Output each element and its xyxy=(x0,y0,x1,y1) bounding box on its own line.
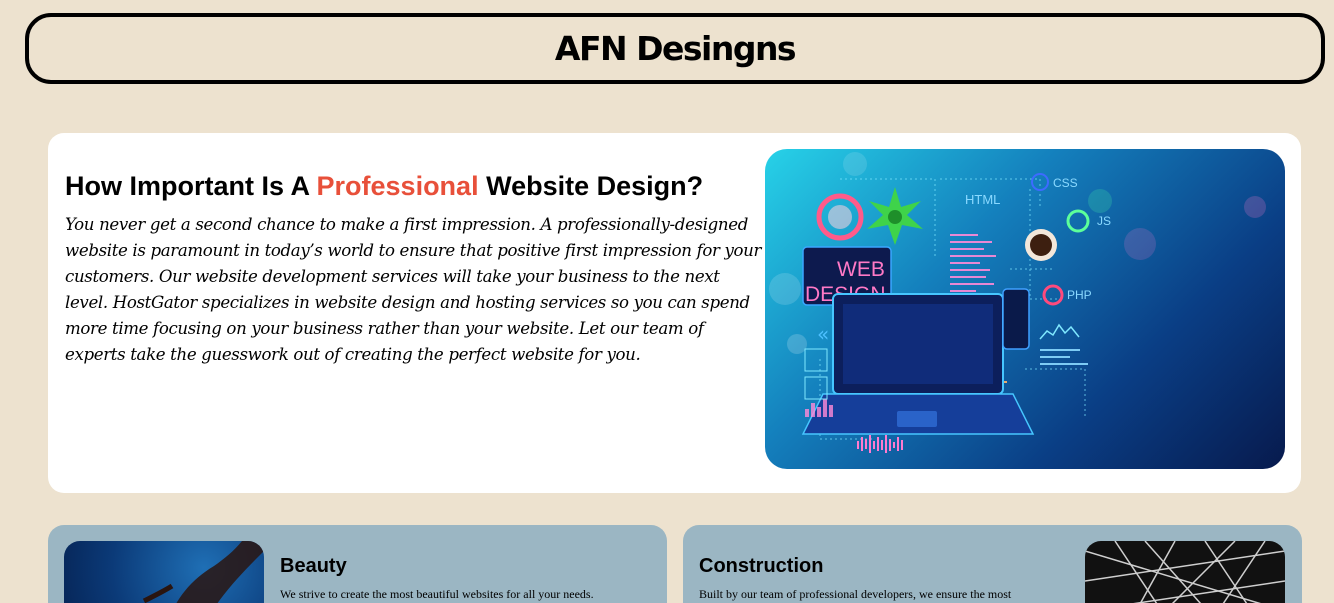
phone-icon xyxy=(1002,288,1030,350)
js-icon xyxy=(1066,209,1090,233)
css-icon xyxy=(1031,173,1049,191)
hero-text: How Important Is A Professional Website … xyxy=(65,171,765,368)
html-label: HTML xyxy=(965,192,1000,207)
hero-heading-start: How Important Is A xyxy=(65,171,317,201)
waveform-icon xyxy=(857,435,903,453)
hero-description: You never get a second chance to make a … xyxy=(65,215,762,364)
site-title: AFN Desingns xyxy=(554,29,797,68)
hero-heading-end: Website Design? xyxy=(478,171,704,201)
web-label: WEB xyxy=(837,258,885,281)
image-icon xyxy=(804,348,828,372)
beauty-title: Beauty xyxy=(280,555,347,577)
construction-card[interactable]: Construction Built by our team of profes… xyxy=(683,525,1302,603)
php-label: PHP xyxy=(1067,288,1092,302)
illustration-svg: WEB DESIGN xyxy=(769,152,1266,453)
hero-section: How Important Is A Professional Website … xyxy=(48,133,1301,493)
line-chart-icon xyxy=(1039,323,1080,340)
beauty-image xyxy=(64,541,264,603)
css-label: CSS xyxy=(1053,176,1078,190)
php-icon xyxy=(1042,284,1064,306)
construction-card-body: Construction Built by our team of profes… xyxy=(699,555,1059,602)
construction-image xyxy=(1085,541,1285,603)
hero-heading-accent: Professional xyxy=(316,171,479,201)
beauty-text: We strive to create the most beautiful w… xyxy=(280,587,594,601)
web-design-illustration: WEB DESIGN xyxy=(765,149,1285,469)
construction-title: Construction xyxy=(699,555,824,577)
js-label: JS xyxy=(1097,214,1111,228)
beauty-card[interactable]: Beauty We strive to create the most beau… xyxy=(48,525,667,603)
construction-text: Built by our team of professional develo… xyxy=(699,587,1012,601)
beauty-card-body: Beauty We strive to create the most beau… xyxy=(280,555,594,602)
chevron-left-icon: « xyxy=(817,322,829,346)
site-header: AFN Desingns xyxy=(25,13,1325,84)
hero-heading: How Important Is A Professional Website … xyxy=(65,171,765,202)
